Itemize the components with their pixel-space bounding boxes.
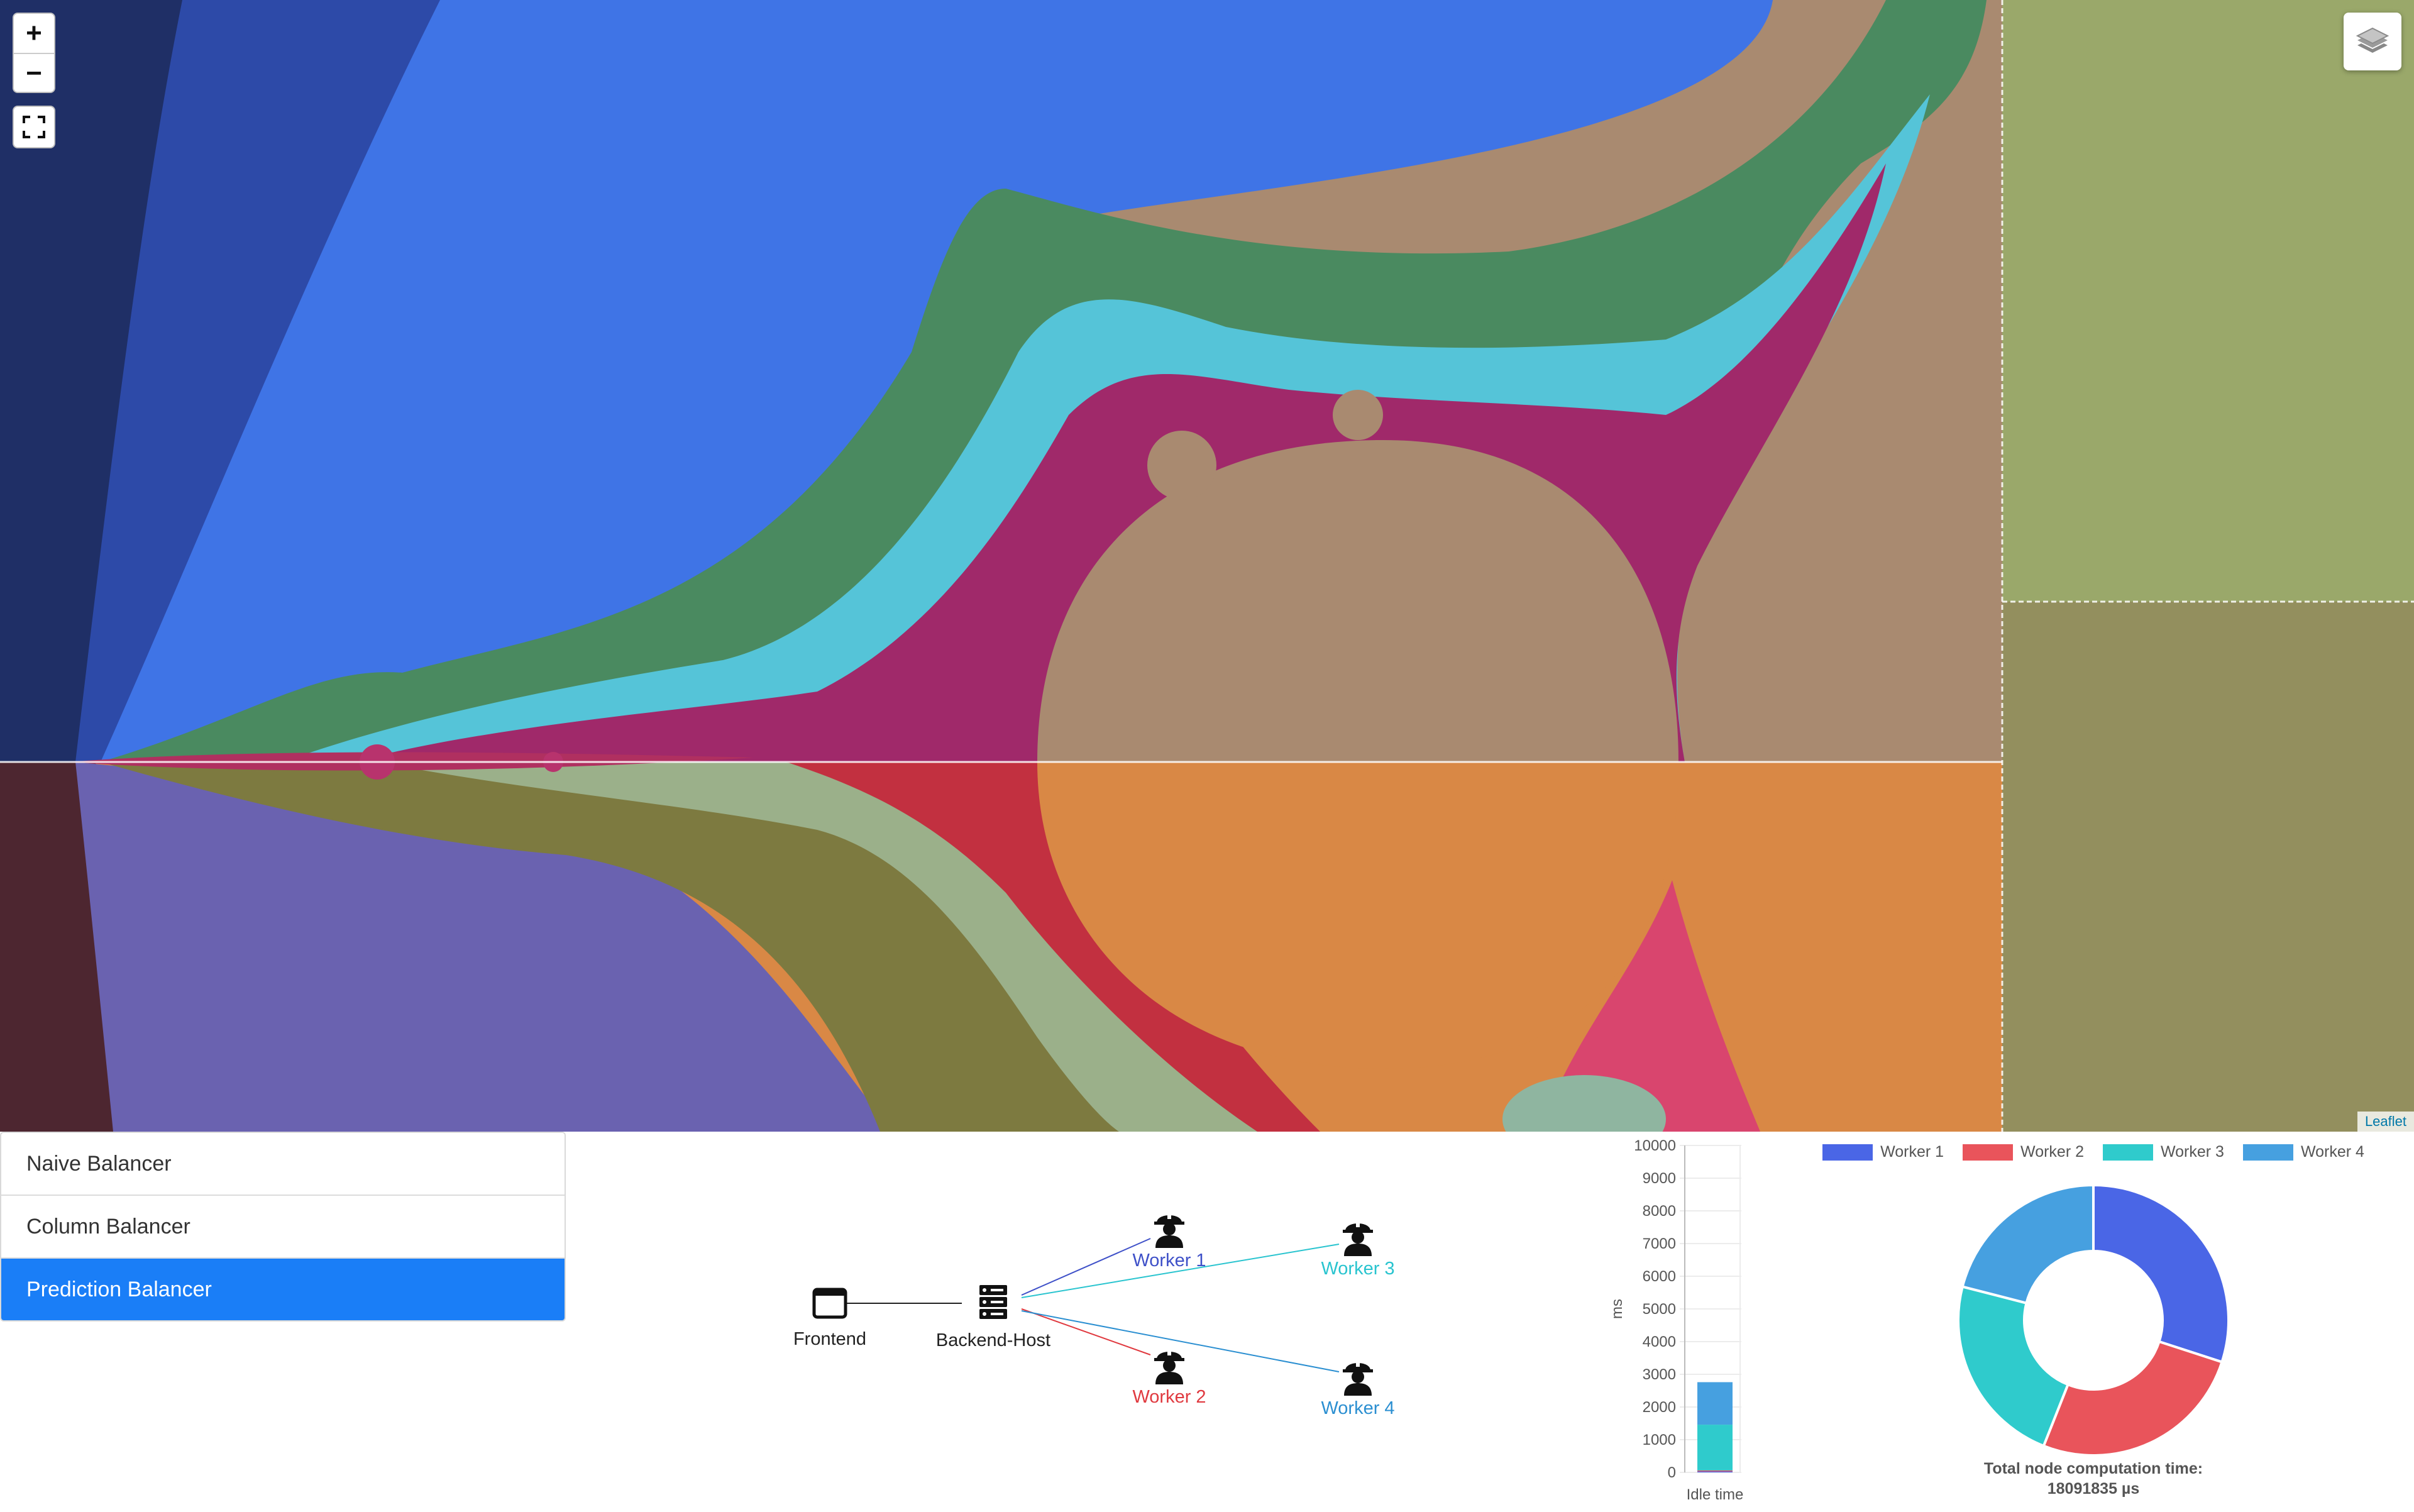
frontend-label: Frontend	[793, 1329, 867, 1349]
bar-segment[interactable]	[1697, 1470, 1733, 1472]
tile-bottom-right	[2002, 602, 2414, 1132]
balancer-naive[interactable]: Naive Balancer	[1, 1133, 565, 1196]
y-tick-label: 6000	[1643, 1268, 1676, 1285]
worker-2-label: Worker 2	[1132, 1387, 1206, 1407]
bar-segment[interactable]	[1697, 1471, 1733, 1472]
zoom-out-button[interactable]: −	[14, 53, 54, 92]
balancer-column[interactable]: Column Balancer	[1, 1196, 565, 1259]
server-icon	[979, 1285, 1007, 1319]
bar-segment[interactable]	[1697, 1425, 1733, 1471]
browser-window-icon	[812, 1288, 847, 1319]
y-tick-label: 10000	[1634, 1137, 1676, 1154]
worker-4-label: Worker 4	[1321, 1398, 1395, 1418]
zoom-control: + −	[13, 13, 55, 93]
tile-top-right	[2002, 0, 2414, 602]
layers-icon	[2356, 27, 2389, 53]
total-computation-label: Total node computation time:	[1983, 1460, 2203, 1477]
mandelbrot-tiles[interactable]	[0, 0, 2414, 1132]
y-tick-label: 0	[1668, 1464, 1676, 1481]
map-attribution[interactable]: Leaflet	[2357, 1112, 2414, 1132]
worker-2-node: Worker 2	[1106, 1345, 1232, 1408]
worker-icon	[1154, 1213, 1184, 1248]
balancer-prediction[interactable]: Prediction Balancer	[1, 1259, 565, 1320]
backend-label: Backend-Host	[935, 1330, 1051, 1350]
fullscreen-icon	[23, 116, 45, 138]
frontend-node: Frontend	[767, 1288, 893, 1350]
y-tick-label: 9000	[1643, 1170, 1676, 1187]
y-axis-label: ms	[1609, 1299, 1626, 1319]
donut-slice[interactable]	[2092, 1183, 2230, 1364]
worker-icon	[1343, 1221, 1373, 1256]
y-tick-label: 4000	[1643, 1333, 1676, 1350]
y-tick-label: 1000	[1643, 1432, 1676, 1449]
y-tick-label: 5000	[1643, 1301, 1676, 1318]
worker-icon	[1154, 1349, 1184, 1384]
topology-diagram: Frontend Backend-Host Worker 1 Worker 2	[742, 1182, 1446, 1446]
y-tick-label: 3000	[1643, 1366, 1676, 1383]
worker-4-node: Worker 4	[1295, 1357, 1421, 1419]
worker-1-node: Worker 1	[1106, 1209, 1232, 1271]
backend-node: Backend-Host	[930, 1284, 1056, 1351]
donut-slice[interactable]	[1957, 1285, 2070, 1448]
idle-time-bar-svg: 0 1000 2000 3000 4000 5000 6000 7000 8000 9000 100…	[1609, 1137, 1744, 1503]
fractal-map[interactable]: + − Leaflet	[0, 0, 2414, 1132]
donut-svg	[1957, 1183, 2230, 1457]
worker-icon	[1343, 1360, 1373, 1396]
zoom-in-button[interactable]: +	[14, 14, 54, 53]
worker-1-label: Worker 1	[1132, 1250, 1206, 1271]
y-tick-label: 7000	[1643, 1235, 1676, 1252]
worker-3-node: Worker 3	[1295, 1217, 1421, 1279]
donut-slice[interactable]	[1961, 1183, 2095, 1305]
worker-3-label: Worker 3	[1321, 1259, 1395, 1279]
computation-donut-chart: Worker 1 Worker 2 Worker 3 Worker 4 Total n…	[1810, 1132, 2376, 1509]
y-tick-label: 8000	[1643, 1203, 1676, 1220]
donut-slice[interactable]	[2042, 1340, 2224, 1457]
layers-button[interactable]	[2344, 13, 2401, 70]
y-tick-label: 2000	[1643, 1399, 1676, 1416]
balancer-list: Naive Balancer Column Balancer Predictio…	[0, 1132, 566, 1322]
total-computation-value: 18091835 µs	[2047, 1480, 2140, 1498]
fullscreen-button[interactable]	[13, 106, 55, 148]
x-category-label: Idle time	[1687, 1486, 1744, 1503]
bar-segment[interactable]	[1697, 1382, 1733, 1425]
idle-time-chart: 0 1000 2000 3000 4000 5000 6000 7000 8000 9000 100…	[1597, 1132, 1785, 1509]
